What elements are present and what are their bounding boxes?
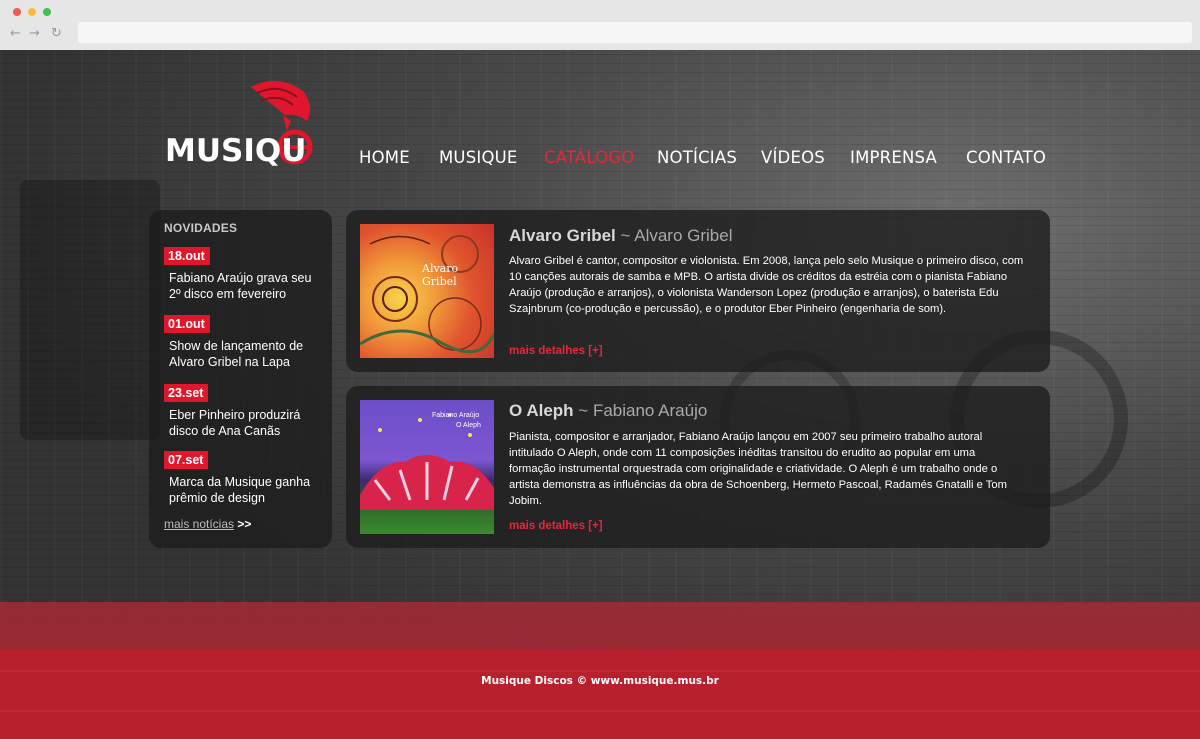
footer-band-line [0,710,1200,712]
news-item[interactable]: 07.set Marca da Musique ganha prêmio de … [164,451,324,506]
more-details-link[interactable]: mais detalhes [+] [509,345,603,357]
album-cover[interactable]: Fabiano Araújo O Aleph [360,400,494,534]
news-headline[interactable]: Fabiano Araújo grava seu 2º disco em fev… [169,270,324,302]
news-date-badge: 18.out [164,247,210,265]
more-news-arrow: >> [237,517,252,531]
catalog-item: Alvaro Gribel Alvaro Gribel ~ Alvaro Gri… [346,210,1050,372]
page: MUSIQU HOME MUSIQUE CATÁLOGO NOTÍCIAS VÍ… [0,50,1200,739]
news-item[interactable]: 23.set Eber Pinheiro produzirá disco de … [164,384,324,439]
news-date-badge: 23.set [164,384,209,402]
nav-noticias[interactable]: NOTÍCIAS [657,148,737,167]
album-name[interactable]: Alvaro Gribel [509,226,616,245]
news-headline[interactable]: Eber Pinheiro produzirá disco de Ana Can… [169,407,324,439]
more-news-link[interactable]: mais notícias >> [164,517,251,531]
maximize-window-icon[interactable] [43,8,51,16]
footer-band-line [0,670,1200,672]
nav-videos[interactable]: VÍDEOS [761,148,825,167]
news-headline[interactable]: Marca da Musique ganha prêmio de design [169,474,324,506]
close-window-icon[interactable] [13,8,21,16]
cover-art-tent [360,413,494,510]
logo-wordmark: MUSIQU [165,133,307,169]
news-item[interactable]: 18.out Fabiano Araújo grava seu 2º disco… [164,247,324,302]
more-news-label[interactable]: mais notícias [164,517,234,531]
footer-band [0,650,1200,739]
footer-text: Musique Discos © www.musique.mus.br [481,675,719,687]
news-date-badge: 01.out [164,315,210,333]
cover-art-swirls [360,235,494,354]
title-separator: ~ [578,401,589,420]
background-speaker-shape [20,180,160,440]
album-description: Pianista, compositor e arranjador, Fabia… [509,431,1007,507]
minimize-window-icon[interactable] [28,8,36,16]
reload-icon[interactable]: ↻ [51,26,62,41]
cover-title: O Aleph [456,422,481,429]
cover-artist: Fabiano Araújo [432,412,480,419]
news-item[interactable]: 01.out Show de lançamento de Alvaro Grib… [164,315,324,370]
news-sidebar: NOVIDADES 18.out Fabiano Araújo grava se… [149,210,332,548]
address-bar[interactable] [78,22,1192,43]
news-date-badge: 07.set [164,451,209,469]
album-name[interactable]: O Aleph [509,401,574,420]
album-description: Alvaro Gribel é cantor, compositor e vio… [509,255,1024,315]
album-cover[interactable]: Alvaro Gribel [360,224,494,358]
forward-arrow-icon[interactable]: → [29,26,40,41]
nav-imprensa[interactable]: IMPRENSA [850,148,937,167]
title-separator: ~ [620,226,631,245]
album-title[interactable]: Alvaro Gribel ~ Alvaro Gribel [509,226,733,246]
artist-name: Fabiano Araújo [592,401,708,420]
browser-chrome: ← → ↻ [0,0,1200,50]
more-details-link[interactable]: mais detalhes [+] [509,520,603,532]
back-arrow-icon[interactable]: ← [10,26,21,41]
news-headline[interactable]: Show de lançamento de Alvaro Gribel na L… [169,338,324,370]
sidebar-title: NOVIDADES [164,221,238,235]
catalog-item: Fabiano Araújo O Aleph O Aleph ~ Fabiano… [346,386,1050,548]
artist-name: Alvaro Gribel [634,226,733,245]
nav-musique[interactable]: MUSIQUE [439,148,518,167]
album-title[interactable]: O Aleph ~ Fabiano Araújo [509,401,707,421]
musique-logo[interactable]: MUSIQU [165,75,325,169]
cover-title: Alvaro Gribel [422,262,459,288]
nav-home[interactable]: HOME [359,148,410,167]
nav-catalogo[interactable]: CATÁLOGO [544,148,635,167]
nav-contato[interactable]: CONTATO [966,148,1046,167]
